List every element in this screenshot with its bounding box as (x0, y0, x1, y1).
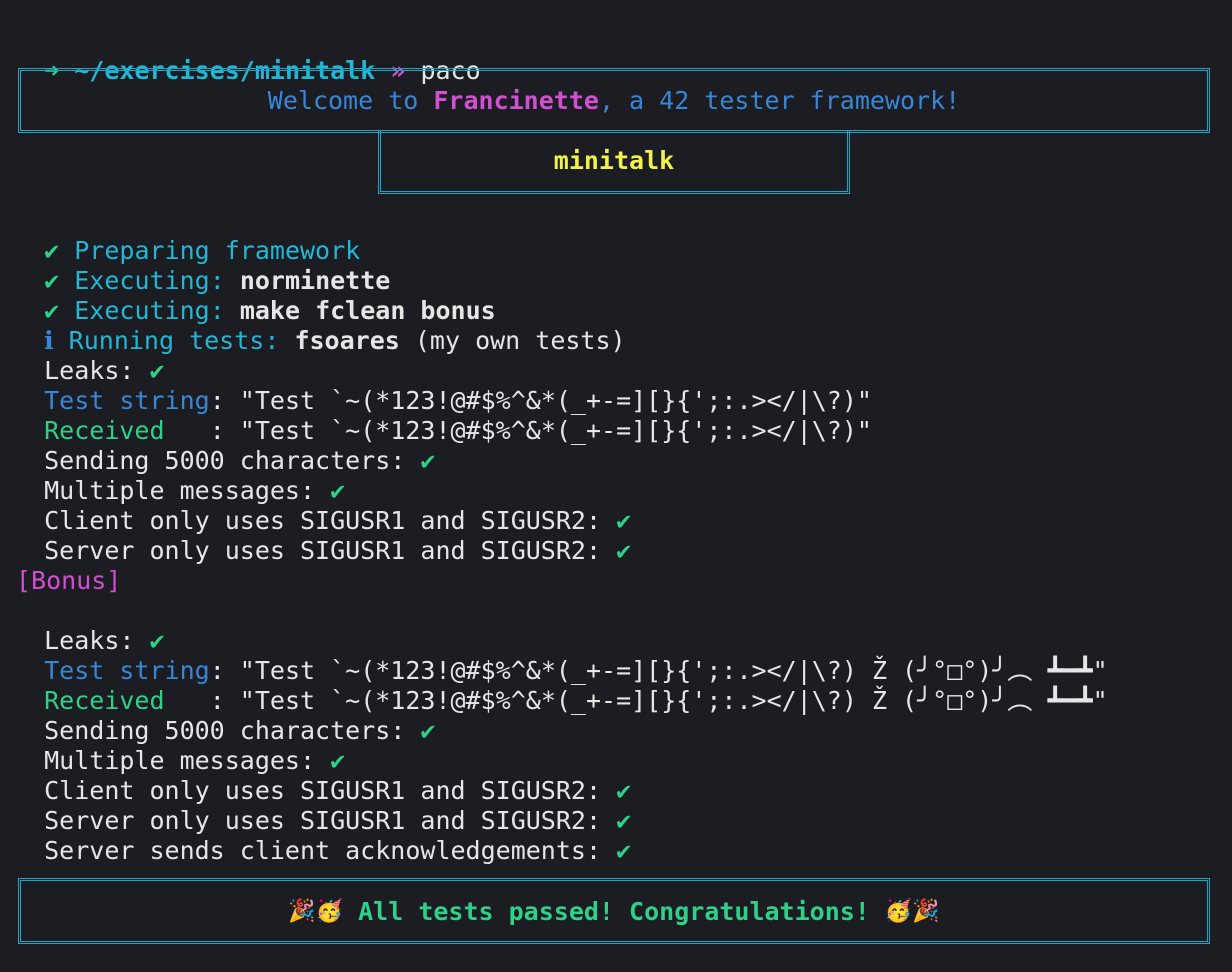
mandatory-leaks: Leaks: ✔ (14, 326, 164, 385)
prompt-line: ➜ ~/exercises/minitalk » paco (14, 26, 481, 85)
bonus-check-client: Client only uses SIGUSR1 and SIGUSR2: ✔ (14, 746, 631, 805)
welcome-banner: Welcome to Francinette, a 42 tester fram… (18, 68, 1210, 133)
bonus-header: [Bonus] (16, 566, 122, 595)
check-label: Server only uses SIGUSR1 and SIGUSR2: (44, 536, 617, 565)
welcome-prefix: Welcome to (267, 86, 434, 115)
bonus-leaks: Leaks: ✔ (14, 596, 164, 655)
step-value: fsoares (294, 326, 400, 355)
check-icon: ✔ (420, 446, 436, 475)
check-icon: ✔ (420, 716, 436, 745)
bonus-received: Received : "Test `~(*123!@#$%^&*(_+-=][}… (14, 656, 1108, 715)
check-icon: ✔ (616, 536, 632, 565)
bonus-check-sending: Sending 5000 characters: ✔ (14, 686, 435, 745)
bonus-check-ack: Server sends client acknowledgements: ✔ (14, 806, 631, 865)
mandatory-check-sending: Sending 5000 characters: ✔ (14, 416, 435, 475)
success-message: All tests passed! Congratulations! (343, 896, 885, 926)
success-banner: 🎉🥳 All tests passed! Congratulations! 🥳🎉 (18, 878, 1210, 944)
bonus-check-server: Server only uses SIGUSR1 and SIGUSR2: ✔ (14, 776, 631, 835)
party-emoji-icon: 🎉🥳 (288, 898, 344, 924)
step-make: ✔ Executing: make fclean bonus (14, 266, 496, 325)
mandatory-check-server: Server only uses SIGUSR1 and SIGUSR2: ✔ (14, 506, 631, 565)
project-title: minitalk (553, 146, 675, 175)
project-title-box: minitalk (378, 130, 850, 194)
mandatory-check-multiple: Multiple messages: ✔ (14, 446, 345, 505)
check-icon: ✔ (616, 836, 632, 865)
welcome-suffix: , a 42 tester framework! (598, 86, 961, 115)
mandatory-test-string: Test string: "Test `~(*123!@#$%^&*(_+-=]… (14, 356, 872, 415)
mandatory-received: Received : "Test `~(*123!@#$%^&*(_+-=][}… (14, 386, 872, 445)
bonus-test-string: Test string: "Test `~(*123!@#$%^&*(_+-=]… (14, 626, 1108, 685)
step-note: (my own tests) (399, 326, 626, 355)
check-label: Server sends client acknowledgements: (44, 836, 617, 865)
step-preparing: ✔ Preparing framework (14, 206, 360, 265)
mandatory-check-client: Client only uses SIGUSR1 and SIGUSR2: ✔ (14, 476, 631, 535)
bonus-check-multiple: Multiple messages: ✔ (14, 716, 345, 775)
party-emoji-icon: 🥳🎉 (884, 898, 940, 924)
step-norminette: ✔ Executing: norminette (14, 236, 390, 295)
brand-name: Francinette (433, 86, 599, 115)
step-running-tests: ℹ Running tests: fsoares (my own tests) (14, 296, 625, 355)
